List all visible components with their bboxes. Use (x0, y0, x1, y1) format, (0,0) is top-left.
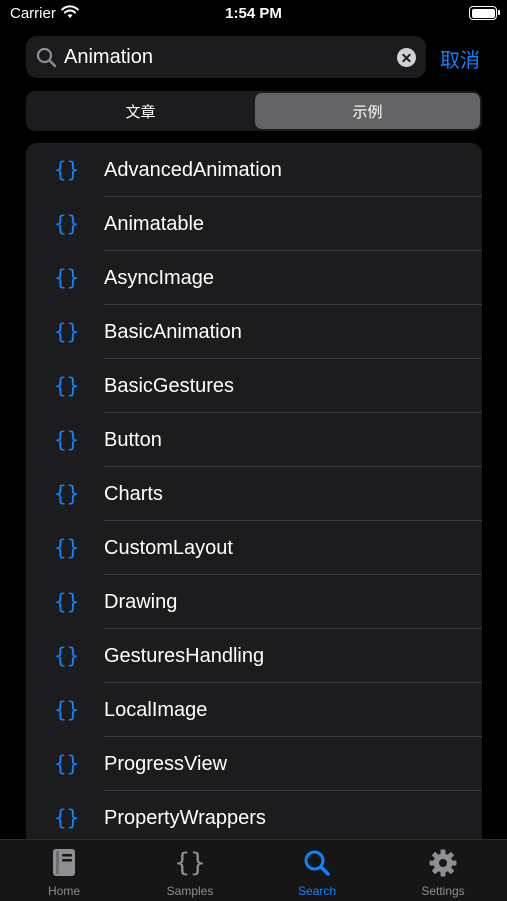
braces-icon: {} (54, 536, 80, 560)
braces-icon: {} (174, 848, 206, 878)
braces-icon: {} (54, 806, 80, 830)
list-item-label: ProgressView (104, 752, 228, 775)
segment-examples[interactable]: 示例 (255, 93, 480, 129)
search-icon (36, 47, 57, 73)
list-item[interactable]: {} Charts (26, 467, 482, 521)
tab-samples-label: Samples (166, 884, 214, 898)
gear-icon (380, 848, 506, 878)
status-bar: Carrier 1:54 PM (0, 0, 507, 28)
list-item[interactable]: {} GesturesHandling (26, 629, 482, 683)
search-icon (254, 848, 380, 878)
tab-search[interactable]: Search (254, 840, 380, 901)
clear-icon[interactable] (397, 48, 416, 67)
list-item-label: Charts (104, 482, 163, 505)
braces-icon: {} (54, 752, 80, 776)
list-item[interactable]: {} AsyncImage (26, 251, 482, 305)
braces-icon: {} (54, 482, 80, 506)
braces-icon: {} (54, 320, 80, 344)
list-item-label: PropertyWrappers (104, 806, 266, 829)
book-icon (1, 848, 127, 878)
list-item[interactable]: {} Drawing (26, 575, 482, 629)
results-list: {} AdvancedAnimation {} Animatable {} As… (26, 143, 482, 843)
list-item[interactable]: {} Button (26, 413, 482, 467)
segment-articles[interactable]: 文章 (28, 93, 253, 129)
braces-icon: {} (54, 644, 80, 668)
list-item[interactable]: {} LocalImage (26, 683, 482, 737)
tab-home[interactable]: Home (1, 840, 127, 901)
list-item-label: GesturesHandling (104, 644, 265, 667)
tab-bar: Home {} Samples Search Settings (0, 839, 507, 901)
list-item-label: BasicGestures (104, 374, 235, 397)
clock: 1:54 PM (225, 5, 282, 22)
braces-icon: {} (54, 266, 80, 290)
braces-icon: {} (54, 374, 80, 398)
braces-icon: {} (54, 698, 80, 722)
list-item[interactable]: {} BasicAnimation (26, 305, 482, 359)
list-item[interactable]: {} ProgressView (26, 737, 482, 791)
braces-icon: {} (54, 212, 80, 236)
scope-segmented-control: 文章 示例 (26, 91, 482, 131)
braces-icon: {} (54, 590, 80, 614)
list-item[interactable]: {} BasicGestures (26, 359, 482, 413)
list-item-label: CustomLayout (104, 536, 233, 559)
list-item-label: Animatable (104, 212, 205, 235)
tab-home-label: Home (47, 884, 80, 898)
list-item-label: BasicAnimation (104, 320, 242, 343)
tab-search-label: Search (297, 884, 337, 898)
list-item[interactable]: {} Animatable (26, 197, 482, 251)
braces-icon: {} (54, 158, 80, 182)
cancel-button[interactable]: 取消 (440, 44, 480, 73)
braces-icon: {} (54, 428, 80, 452)
list-item-label: Drawing (104, 590, 178, 613)
list-item-label: Button (104, 428, 162, 451)
tab-settings-label: Settings (421, 884, 465, 898)
list-item-label: AdvancedAnimation (104, 158, 282, 181)
list-item-label: AsyncImage (104, 266, 215, 289)
list-item-label: LocalImage (104, 698, 208, 721)
search-input[interactable] (64, 36, 384, 78)
battery-icon (469, 6, 500, 20)
list-item[interactable]: {} PropertyWrappers (26, 791, 482, 843)
tab-settings[interactable]: Settings (380, 840, 506, 901)
list-item[interactable]: {} CustomLayout (26, 521, 482, 575)
list-item[interactable]: {} AdvancedAnimation (26, 143, 482, 197)
tab-samples[interactable]: {} Samples (127, 840, 253, 901)
search-field[interactable] (26, 36, 426, 78)
